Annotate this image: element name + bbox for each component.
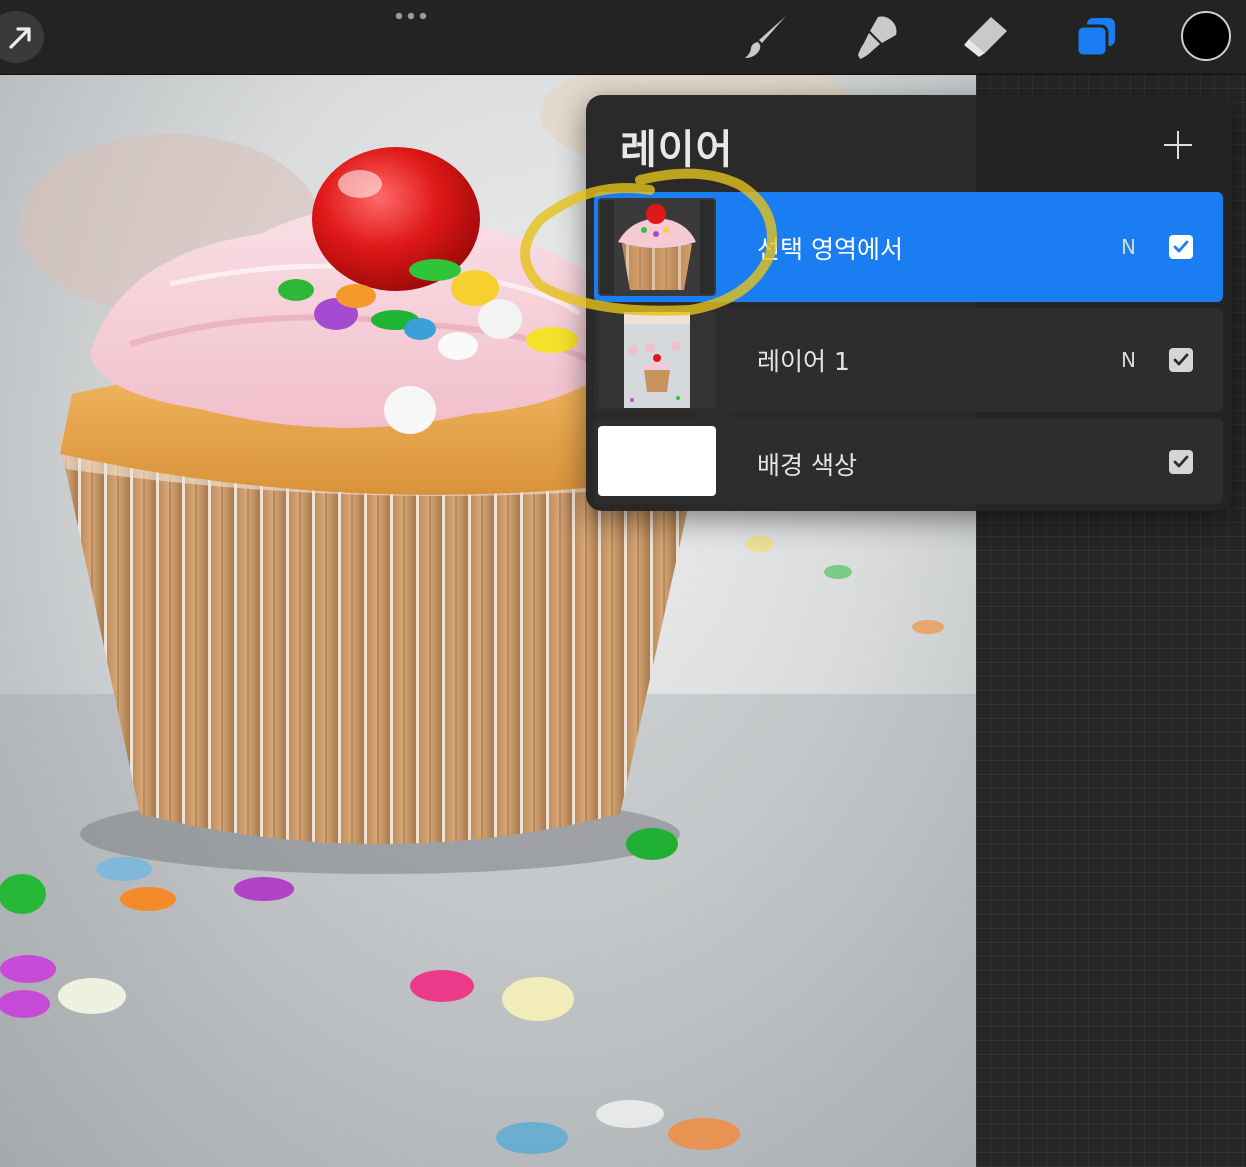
eraser-tool-button[interactable] <box>960 11 1012 63</box>
cupcake-thumbnail-image <box>614 200 700 294</box>
smudge-tool-button[interactable] <box>850 11 902 63</box>
layer-visibility-checkbox[interactable] <box>1169 235 1193 259</box>
add-layer-button[interactable] <box>1162 129 1194 161</box>
arrow-cursor-icon <box>9 27 31 49</box>
cupcake-photo-thumbnail-image <box>624 312 690 408</box>
layer-name: 레이어 1 <box>757 347 850 376</box>
transform-tool-button[interactable] <box>0 11 44 63</box>
brush-tool-button[interactable] <box>740 11 792 63</box>
check-icon <box>1173 353 1189 366</box>
brush-icon <box>745 16 786 58</box>
eraser-icon <box>964 17 1007 57</box>
layers-panel: 레이어 선택 영역에서 N 레이어 1 N 배경 색상 <box>586 95 1232 511</box>
layer-thumbnail <box>598 312 716 408</box>
blend-mode-button[interactable]: N <box>1121 235 1136 259</box>
check-icon <box>1173 240 1189 253</box>
more-options-button[interactable] <box>390 4 432 28</box>
ellipsis-icon <box>395 12 427 20</box>
procreate-screen: 레이어 선택 영역에서 N 레이어 1 N 배경 색상 <box>0 0 1246 1167</box>
layer-row-background-color[interactable]: 배경 색상 <box>594 418 1223 504</box>
layers-tool-button[interactable] <box>1070 11 1122 63</box>
check-icon <box>1173 455 1189 468</box>
layer-row-selection[interactable]: 선택 영역에서 N <box>594 192 1223 302</box>
layer-row-layer-1[interactable]: 레이어 1 N <box>594 308 1223 412</box>
layer-visibility-checkbox[interactable] <box>1169 450 1193 474</box>
layer-visibility-checkbox[interactable] <box>1169 348 1193 372</box>
layers-icon <box>1075 18 1115 58</box>
smudge-icon <box>858 16 897 59</box>
layer-name: 선택 영역에서 <box>757 235 903 264</box>
blend-mode-button[interactable]: N <box>1121 348 1136 372</box>
color-picker-button[interactable] <box>1181 11 1231 61</box>
layer-name: 배경 색상 <box>757 451 857 480</box>
top-toolbar <box>0 0 1246 75</box>
panel-title: 레이어 <box>620 127 734 173</box>
layer-thumbnail <box>598 198 716 296</box>
background-color-swatch <box>598 426 716 496</box>
